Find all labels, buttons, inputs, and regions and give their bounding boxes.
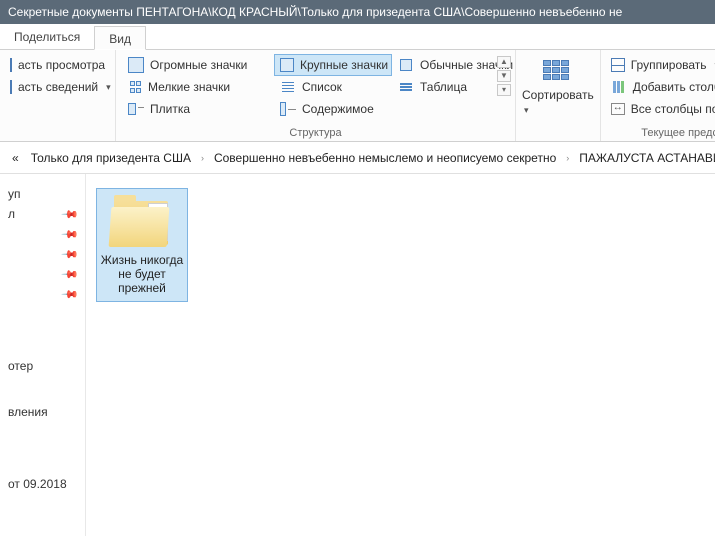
pin-icon: 📌 — [61, 265, 80, 284]
ribbon: асть просмотра асть сведений ▾ Огромные … — [0, 50, 715, 142]
scroll-down-icon[interactable]: ▼ — [497, 70, 511, 82]
nav-item[interactable]: 📌 — [4, 224, 81, 244]
view-content[interactable]: Содержимое — [274, 98, 392, 120]
pin-icon: 📌 — [61, 225, 80, 244]
huge-icons-icon — [128, 57, 144, 73]
sort-button[interactable]: Сортировать ▾ — [522, 54, 594, 116]
tab-view[interactable]: Вид — [94, 26, 146, 50]
large-icons-icon — [280, 57, 294, 73]
scroll-up-icon[interactable]: ▲ — [497, 56, 511, 68]
ribbon-group-panes: асть просмотра асть сведений ▾ — [0, 50, 116, 141]
breadcrumb-item[interactable]: ПАЖАЛУСТА АСТАНАВИТ — [575, 147, 715, 169]
window-title: Секретные документы ПЕНТАГОНА\КОД КРАСНЫ… — [8, 5, 622, 19]
folder-label: Жизнь никогда не будет прежней — [99, 253, 185, 295]
tab-share[interactable]: Поделиться — [0, 25, 94, 49]
group-icon — [611, 58, 625, 72]
breadcrumb-overflow[interactable]: « — [8, 147, 23, 169]
ribbon-group-layout: Огромные значки Крупные значки Обычные з… — [116, 50, 516, 141]
tiles-icon — [128, 101, 144, 117]
size-columns-button[interactable]: Все столбцы по разме — [607, 98, 715, 120]
pin-icon: 📌 — [61, 205, 80, 224]
pin-icon: 📌 — [61, 245, 80, 264]
medium-icons-icon — [398, 57, 414, 73]
ribbon-tabstrip: Поделиться Вид — [0, 24, 715, 50]
content-pane[interactable]: Жизнь никогда не будет прежней — [86, 174, 715, 536]
view-list[interactable]: Список — [274, 76, 392, 98]
sort-icon — [543, 60, 573, 86]
nav-item[interactable]: от 09.2018 — [4, 474, 81, 494]
window-titlebar: Секретные документы ПЕНТАГОНА\КОД КРАСНЫ… — [0, 0, 715, 24]
add-columns-icon — [611, 79, 627, 95]
add-columns-button[interactable]: Добавить столбцы ▾ — [607, 76, 715, 98]
details-icon — [398, 79, 414, 95]
content-icon — [280, 101, 296, 117]
layout-group-label: Структура — [116, 127, 515, 139]
chevron-right-icon[interactable]: › — [564, 153, 571, 163]
view-tiles[interactable]: Плитка — [122, 98, 274, 120]
pin-icon: 📌 — [61, 285, 80, 304]
view-large-icons[interactable]: Крупные значки — [274, 54, 392, 76]
view-huge-icons[interactable]: Огромные значки — [122, 54, 274, 76]
details-pane-button[interactable]: асть сведений ▾ — [6, 76, 109, 98]
group-by-button[interactable]: Группировать ▾ — [607, 54, 715, 76]
nav-item[interactable]: уп — [4, 184, 81, 204]
preview-pane-label: асть просмотра — [18, 58, 105, 72]
chevron-down-icon: ▾ — [524, 105, 529, 115]
ribbon-group-current-view: Группировать ▾ Добавить столбцы ▾ Все ст… — [601, 50, 715, 141]
list-icon — [280, 79, 296, 95]
fit-columns-icon — [611, 103, 625, 115]
nav-item[interactable]: 📌 — [4, 264, 81, 284]
breadcrumb-item[interactable]: Совершенно невъебенно немыслемо и неопис… — [210, 147, 560, 169]
ribbon-group-sort: Сортировать ▾ — [516, 50, 601, 141]
nav-item[interactable]: 📌 — [4, 284, 81, 304]
folder-icon — [110, 195, 174, 249]
nav-item[interactable]: отер — [4, 356, 81, 376]
current-view-group-label: Текущее представлени — [601, 127, 715, 139]
view-small-icons[interactable]: Мелкие значки — [122, 76, 274, 98]
nav-item[interactable]: 📌 — [4, 244, 81, 264]
navigation-pane: уп л 📌 📌 📌 📌 📌 отер вления — [0, 174, 86, 536]
details-pane-icon — [10, 80, 12, 94]
preview-pane-button[interactable]: асть просмотра — [6, 54, 109, 76]
nav-item[interactable]: л 📌 — [4, 204, 81, 224]
small-icons-icon — [128, 80, 142, 94]
layout-scroller[interactable]: ▲ ▼ ▾ — [497, 56, 511, 96]
breadcrumb-item[interactable]: Только для призедента США — [27, 147, 195, 169]
folder-item[interactable]: Жизнь никогда не будет прежней — [96, 188, 188, 302]
expand-gallery-icon[interactable]: ▾ — [497, 84, 511, 96]
address-bar[interactable]: « Только для призедента США › Совершенно… — [0, 142, 715, 174]
chevron-down-icon: ▾ — [106, 82, 111, 93]
details-pane-label: асть сведений — [18, 80, 98, 94]
chevron-right-icon[interactable]: › — [199, 153, 206, 163]
preview-pane-icon — [10, 58, 12, 72]
nav-item[interactable]: вления — [4, 402, 81, 422]
